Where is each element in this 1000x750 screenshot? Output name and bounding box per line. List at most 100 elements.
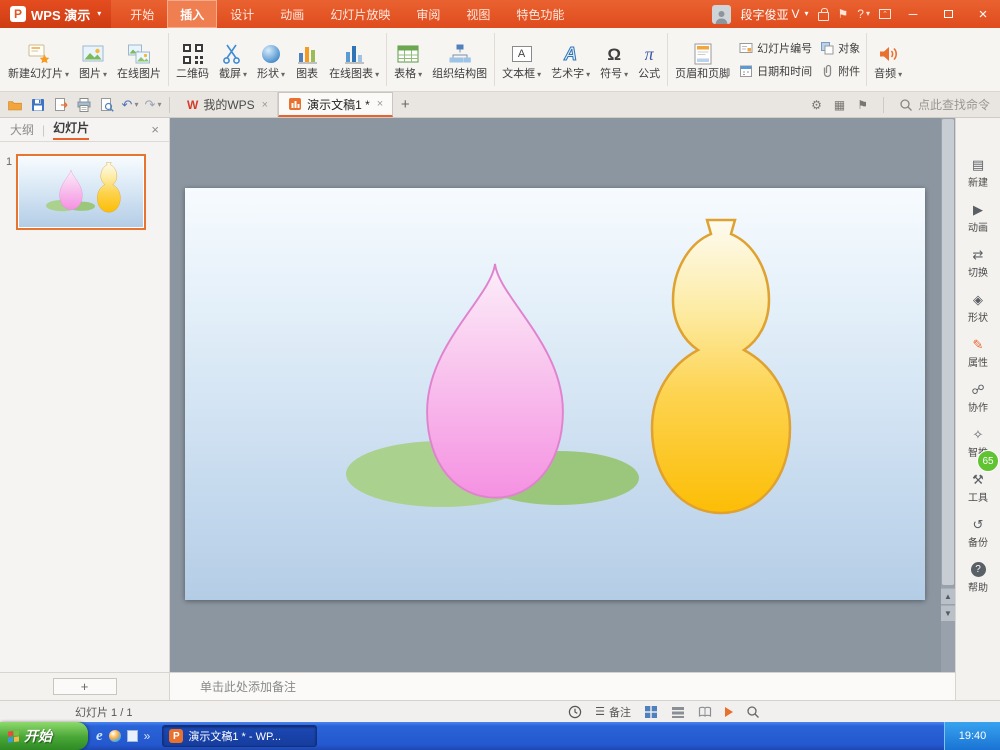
- close-panel-button[interactable]: ×: [151, 122, 159, 137]
- ribbon-slide-number[interactable]: 幻灯片编号: [739, 40, 812, 56]
- sidebar-item-backup[interactable]: ↺备份: [956, 512, 1000, 557]
- menu-tab-slideshow[interactable]: 幻灯片放映: [317, 0, 403, 28]
- ribbon-shapes[interactable]: 形状▾: [252, 36, 290, 83]
- internet-explorer-icon[interactable]: e: [96, 728, 103, 745]
- command-search[interactable]: 点此查找命令: [899, 96, 990, 113]
- close-button[interactable]: ×: [970, 0, 996, 28]
- redo-button[interactable]: ↷▾: [143, 95, 163, 115]
- menu-tab-insert[interactable]: 插入: [167, 0, 217, 28]
- print-preview-button[interactable]: [97, 95, 117, 115]
- undo-button[interactable]: ↶▾: [120, 95, 140, 115]
- ribbon-chart[interactable]: 图表: [290, 36, 324, 83]
- account-menu[interactable]: 段字俊亚 V ▾: [740, 6, 808, 23]
- sidebar-item-help[interactable]: ?帮助: [956, 557, 1000, 602]
- next-slide-button[interactable]: ▼: [941, 605, 955, 621]
- ribbon-audio[interactable]: 音频▾: [869, 36, 907, 83]
- slideshow-play-button[interactable]: [725, 707, 733, 717]
- scrollbar-thumb[interactable]: [942, 119, 954, 585]
- sidebar-item-transition[interactable]: ⇄切换: [956, 242, 1000, 287]
- menu-tab-view[interactable]: 视图: [453, 0, 503, 28]
- ribbon-picture[interactable]: 图片▾: [74, 36, 112, 83]
- ribbon-qrcode[interactable]: 二维码: [171, 36, 214, 83]
- ribbon-online-chart[interactable]: 在线图表▾: [324, 36, 384, 83]
- ribbon-screenshot[interactable]: 截屏▾: [214, 36, 252, 83]
- media-player-icon[interactable]: [109, 730, 121, 742]
- task-pane-icon[interactable]: ▦: [834, 98, 845, 112]
- system-tray[interactable]: 19:40: [944, 722, 1000, 750]
- slide-sorter-view-button[interactable]: [671, 705, 685, 719]
- chart-icon: [295, 42, 319, 66]
- sidebar-item-animation[interactable]: ▶动画: [956, 197, 1000, 242]
- menu-tab-animation[interactable]: 动画: [267, 0, 317, 28]
- slide-canvas[interactable]: ▲ ▼: [170, 118, 955, 672]
- maximize-button[interactable]: [935, 0, 961, 28]
- notification-badge[interactable]: 65: [977, 450, 999, 472]
- ribbon-table[interactable]: 表格▾: [389, 36, 427, 83]
- ribbon-separator: [667, 33, 668, 86]
- wps-app-menu-button[interactable]: P WPS 演示 ▾: [0, 0, 111, 28]
- user-avatar[interactable]: [712, 5, 731, 24]
- normal-view-button[interactable]: [644, 705, 658, 719]
- flag-button[interactable]: ⚑: [838, 7, 849, 21]
- slide-1-thumbnail[interactable]: [16, 154, 146, 230]
- sidebar-item-new[interactable]: ▤新建: [956, 152, 1000, 197]
- doc-tab-presentation1[interactable]: 演示文稿1 * ×: [278, 92, 393, 117]
- ribbon-symbol[interactable]: Ω 符号▾: [595, 36, 633, 83]
- bookmark-icon[interactable]: ⚑: [857, 98, 868, 112]
- workspace: 大纲 | 幻灯片 × 1 +: [0, 118, 1000, 700]
- open-button[interactable]: [5, 95, 25, 115]
- settings-icon[interactable]: ⚙: [811, 98, 822, 112]
- ribbon-online-picture[interactable]: 在线图片: [112, 36, 166, 83]
- start-button[interactable]: 开始: [0, 722, 88, 750]
- taskbar-window-button[interactable]: P 演示文稿1 * - WP...: [162, 725, 317, 747]
- sidebar-item-properties[interactable]: ✎属性: [956, 332, 1000, 377]
- help-button[interactable]: ?▾: [857, 7, 870, 21]
- previous-slide-button[interactable]: ▲: [941, 588, 955, 604]
- print-button[interactable]: [74, 95, 94, 115]
- ui-switch-button[interactable]: ⌃: [879, 9, 891, 19]
- ribbon-new-slide[interactable]: 新建幻灯片▾: [3, 36, 74, 83]
- sidebar-item-shapes[interactable]: ◈形状: [956, 287, 1000, 332]
- sidebar-item-collaboration[interactable]: ☍协作: [956, 377, 1000, 422]
- menu-tab-design[interactable]: 设计: [217, 0, 267, 28]
- zoom-icon[interactable]: [746, 705, 760, 719]
- ribbon-header-footer[interactable]: 页眉和页脚: [670, 36, 735, 83]
- new-tab-button[interactable]: +: [393, 92, 417, 117]
- ribbon-formula[interactable]: π 公式: [633, 36, 665, 83]
- autosave-clock-icon[interactable]: [568, 705, 582, 719]
- doc-tab-my-wps[interactable]: W 我的WPS ×: [178, 92, 278, 117]
- save-button[interactable]: [28, 95, 48, 115]
- reading-view-button[interactable]: [698, 705, 712, 719]
- ribbon-word-art[interactable]: A 艺术字▾: [546, 36, 595, 83]
- chevron-down-icon: ▾: [586, 71, 590, 79]
- notes-toggle[interactable]: ☰ 备注: [595, 704, 631, 720]
- notes-area[interactable]: 单击此处添加备注: [170, 672, 955, 700]
- quick-launch-overflow[interactable]: »: [144, 729, 151, 743]
- menu-tab-home[interactable]: 开始: [117, 0, 167, 28]
- tab-divider: |: [42, 123, 45, 137]
- show-desktop-icon[interactable]: [127, 730, 138, 742]
- close-tab-icon[interactable]: ×: [377, 98, 383, 110]
- sidebar-item-tools[interactable]: ⚒工具: [956, 467, 1000, 512]
- menu-tab-features[interactable]: 特色功能: [503, 0, 577, 28]
- minimize-button[interactable]: ─: [900, 0, 926, 28]
- slide-1[interactable]: [185, 188, 925, 600]
- add-slide-button[interactable]: +: [53, 678, 117, 695]
- ribbon-datetime[interactable]: 日期和时间: [739, 63, 812, 79]
- windows-taskbar: 开始 e » P 演示文稿1 * - WP... 19:40: [0, 722, 1000, 750]
- menu-tab-review[interactable]: 审阅: [403, 0, 453, 28]
- outline-tab[interactable]: 大纲: [10, 121, 34, 138]
- ribbon-object[interactable]: 对象: [820, 40, 860, 56]
- close-tab-icon[interactable]: ×: [262, 99, 268, 111]
- online-picture-icon: [127, 42, 151, 66]
- vertical-scrollbar[interactable]: ▲ ▼: [941, 118, 955, 672]
- slides-tab[interactable]: 幻灯片: [53, 119, 89, 140]
- hamburger-icon: ☰: [595, 705, 605, 718]
- shop-button[interactable]: [818, 8, 829, 21]
- chevron-down-icon: ▾: [537, 71, 541, 79]
- output-button[interactable]: [51, 95, 71, 115]
- ribbon-org-chart[interactable]: 组织结构图: [427, 36, 492, 83]
- ribbon-text-box[interactable]: A 文本框▾: [497, 36, 546, 83]
- notes-placeholder: 单击此处添加备注: [200, 678, 296, 695]
- ribbon-attachment[interactable]: 附件: [820, 63, 860, 79]
